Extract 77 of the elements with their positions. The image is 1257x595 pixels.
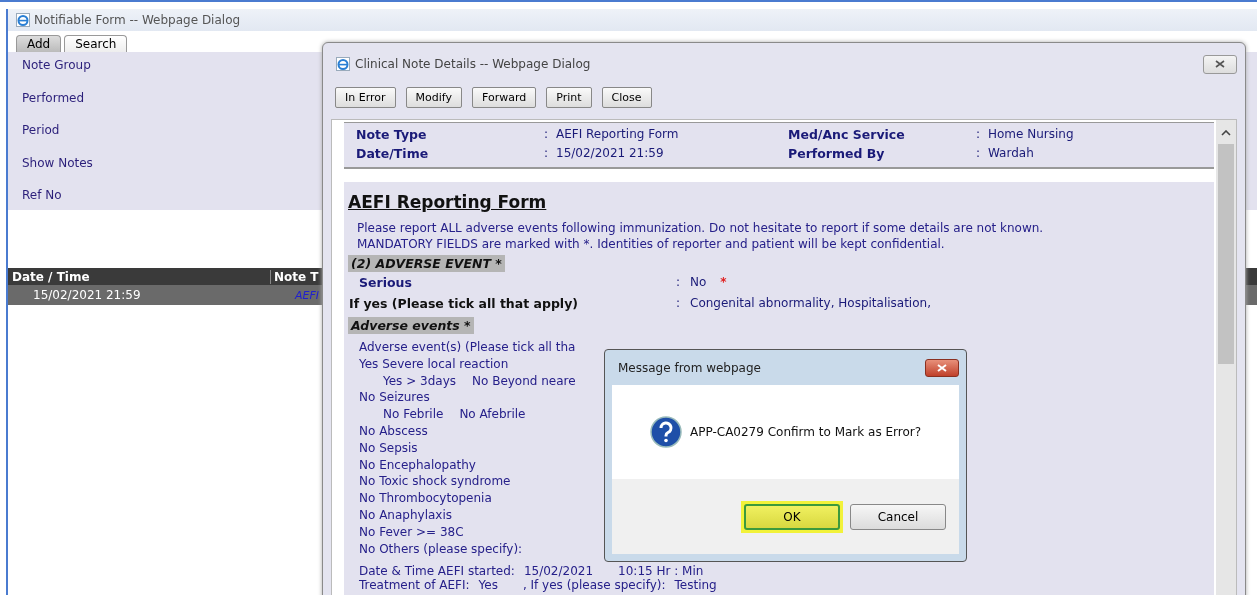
- close-button[interactable]: [925, 358, 959, 377]
- summary-label: Note Type: [356, 127, 428, 142]
- summary-value: AEFI Reporting Form: [556, 127, 680, 142]
- colon: :: [676, 274, 682, 291]
- list-item: No Beyond neare: [472, 372, 576, 390]
- column-header: Date / Time: [8, 269, 271, 284]
- close-icon[interactable]: [1215, 60, 1225, 68]
- toolbar-button[interactable]: Modify: [405, 87, 462, 108]
- browser-icon: [16, 13, 30, 27]
- list-item: No Fever >= 38C: [359, 523, 464, 541]
- form-text: 10:15 Hr : Min: [618, 564, 704, 579]
- message-text: APP-CA0279 Confirm to Mark as Error?: [690, 425, 922, 439]
- table-cell-text: 15/02/2021 21:59: [32, 288, 142, 302]
- window-title: Notifiable Form -- Webpage Dialog: [34, 13, 241, 27]
- tab[interactable]: Add: [16, 35, 62, 52]
- cancel-button[interactable]: Cancel: [850, 503, 946, 530]
- list-item: No Thrombocytopenia: [359, 490, 492, 507]
- field-label: Period: [22, 122, 60, 139]
- tab[interactable]: Search: [64, 35, 128, 52]
- browser-icon: [336, 57, 350, 71]
- form-text: , If yes (please specify):: [522, 578, 666, 593]
- list-item: No Afebrile: [459, 406, 526, 423]
- table-cell: AEFI: [295, 288, 320, 302]
- form-text: Treatment of AEFI:: [359, 578, 470, 593]
- summary-value: 15/02/2021 21:59: [556, 146, 665, 161]
- field-label: Performed: [22, 89, 85, 107]
- intro-text: Please report ALL adverse events following immunization. Do not hesitate to report if some details are not known.: [356, 220, 1045, 236]
- colon: :: [544, 127, 550, 142]
- field-label: Note Group: [22, 57, 91, 74]
- toolbar-button[interactable]: Close: [601, 87, 652, 108]
- summary-value: Home Nursing: [988, 127, 1075, 142]
- list-item: No Febrile: [383, 406, 444, 423]
- dialog-title: Clinical Note Details -- Webpage Dialog: [355, 57, 592, 71]
- list-item: No Seizures: [359, 389, 430, 407]
- question-icon: [650, 416, 682, 448]
- form-text: 15/02/2021: [523, 564, 594, 579]
- form-text: Date & Time AEFI started:: [359, 564, 515, 579]
- field-label: Ref No: [22, 187, 62, 204]
- list-item: No Sepsis: [359, 439, 418, 457]
- close-button[interactable]: [1203, 54, 1237, 74]
- field-label: Show Notes: [22, 154, 93, 172]
- colon: :: [976, 127, 982, 142]
- toolbar-button[interactable]: In Error: [335, 87, 396, 108]
- list-item: No Toxic shock syndrome: [359, 473, 511, 491]
- list-item: No Encephalopathy: [359, 456, 476, 474]
- list-item: Yes Severe local reaction: [359, 355, 509, 373]
- form-text: Testing: [674, 578, 717, 593]
- summary-label: Date/Time: [356, 146, 430, 161]
- list-item: No Abscess: [359, 423, 428, 440]
- intro-text: MANDATORY FIELDS are marked with *. Identities of reporter and patient will be kept confidential.: [356, 236, 946, 252]
- summary-label: Performed By: [788, 146, 886, 161]
- form-heading: AEFI Reporting Form: [348, 192, 548, 212]
- ok-button[interactable]: OK: [744, 503, 840, 530]
- scrollbar[interactable]: [1216, 120, 1236, 595]
- list-item: No Anaphylaxis: [359, 506, 452, 524]
- form-text: Yes: [478, 578, 498, 593]
- summary-value: Wardah: [988, 146, 1035, 161]
- list-item: Adverse event(s) (Please tick all tha: [359, 339, 576, 356]
- toolbar-button[interactable]: Print: [546, 87, 592, 108]
- field-label: If yes (Please tick all that apply): [348, 295, 579, 313]
- scroll-thumb[interactable]: [1218, 144, 1234, 364]
- required-mark: *: [720, 274, 727, 291]
- field-label: Serious: [358, 274, 413, 292]
- toolbar-button[interactable]: Forward: [472, 87, 537, 108]
- colon: :: [976, 146, 982, 161]
- scroll-up-icon[interactable]: [1221, 130, 1231, 136]
- colon: :: [544, 146, 550, 161]
- dialog-title: Message from webpage: [617, 360, 761, 375]
- list-item: Yes > 3days: [383, 372, 456, 390]
- colon: :: [676, 295, 682, 312]
- column-header: Note T: [273, 269, 319, 284]
- list-item: No Others (please specify):: [359, 540, 523, 558]
- field-value: No: [689, 274, 707, 291]
- summary-label: Med/Anc Service: [788, 127, 906, 142]
- field-value: Congenital abnormality, Hospitalisation,: [689, 295, 931, 312]
- section-heading: (2) ADVERSE EVENT *: [348, 255, 505, 272]
- section-heading: Adverse events *: [348, 317, 474, 334]
